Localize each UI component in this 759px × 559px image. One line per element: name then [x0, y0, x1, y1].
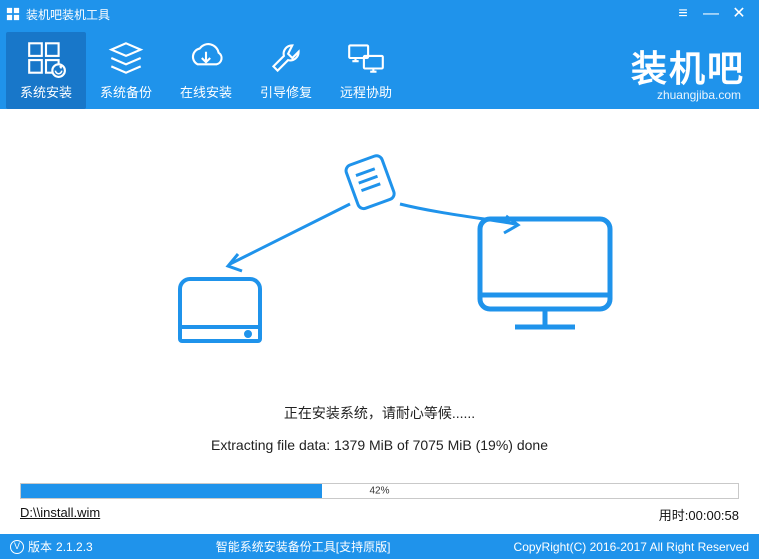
version-value: 2.1.2.3 — [56, 540, 93, 554]
tab-label: 在线安装 — [180, 82, 232, 101]
header: 系统安装 系统备份 在 — [0, 28, 759, 109]
progress-info-row: D:\\install.wim 用时:00:00:58 — [20, 505, 739, 524]
minimize-button[interactable]: ― — [697, 0, 725, 28]
wrench-icon — [265, 38, 307, 78]
window-title: 装机吧装机工具 — [26, 6, 110, 23]
layers-icon — [105, 38, 147, 78]
main-content: 正在安装系统，请耐心等候...... Extracting file data:… — [0, 109, 759, 534]
tab-online-install[interactable]: 在线安装 — [166, 32, 246, 109]
elapsed-label: 用时: — [659, 508, 689, 523]
elapsed-value: 00:00:58 — [688, 508, 739, 523]
titlebar: 装机吧装机工具 ≡ ― ✕ — [0, 0, 759, 28]
version-icon: V — [10, 540, 24, 554]
tab-bar: 系统安装 系统备份 在 — [6, 32, 406, 109]
progress-bar: 42% — [20, 483, 739, 499]
app-icon — [6, 7, 20, 21]
app-window: 装机吧装机工具 ≡ ― ✕ 系统安装 — [0, 0, 759, 559]
tab-system-install[interactable]: 系统安装 — [6, 32, 86, 109]
extract-text: Extracting file data: 1379 MiB of 7075 M… — [211, 437, 548, 453]
menu-button[interactable]: ≡ — [669, 0, 697, 28]
tab-remote-assist[interactable]: 远程协助 — [326, 32, 406, 109]
brand: 装机吧 zhuangjiba.com — [631, 32, 745, 102]
tab-label: 远程协助 — [340, 82, 392, 101]
cloud-download-icon — [185, 38, 227, 78]
progress-area: 42% D:\\install.wim 用时:00:00:58 — [20, 483, 739, 524]
tab-boot-repair[interactable]: 引导修复 — [246, 32, 326, 109]
version-area: V 版本 2.1.2.3 — [10, 538, 93, 555]
close-button[interactable]: ✕ — [725, 0, 753, 28]
footer-copyright: CopyRight(C) 2016-2017 All Right Reserve… — [514, 540, 749, 554]
windows-install-icon — [25, 38, 67, 78]
tab-label: 引导修复 — [260, 82, 312, 101]
progress-fill — [21, 484, 322, 498]
tab-label: 系统备份 — [100, 82, 152, 101]
install-graphic — [20, 149, 739, 359]
footer-description: 智能系统安装备份工具[支持原版] — [93, 538, 514, 555]
titlebar-title: 装机吧装机工具 — [6, 6, 669, 23]
tab-system-backup[interactable]: 系统备份 — [86, 32, 166, 109]
progress-label: 42% — [369, 486, 389, 497]
brand-name: 装机吧 — [631, 40, 745, 92]
source-file-path[interactable]: D:\\install.wim — [20, 505, 100, 524]
elapsed-time: 用时:00:00:58 — [659, 505, 739, 524]
brand-url: zhuangjiba.com — [657, 88, 741, 102]
status-text: 正在安装系统，请耐心等候...... — [284, 403, 475, 423]
screens-icon — [345, 38, 387, 78]
tab-label: 系统安装 — [20, 82, 72, 101]
footer: V 版本 2.1.2.3 智能系统安装备份工具[支持原版] CopyRight(… — [0, 534, 759, 559]
version-label: 版本 — [28, 538, 52, 555]
